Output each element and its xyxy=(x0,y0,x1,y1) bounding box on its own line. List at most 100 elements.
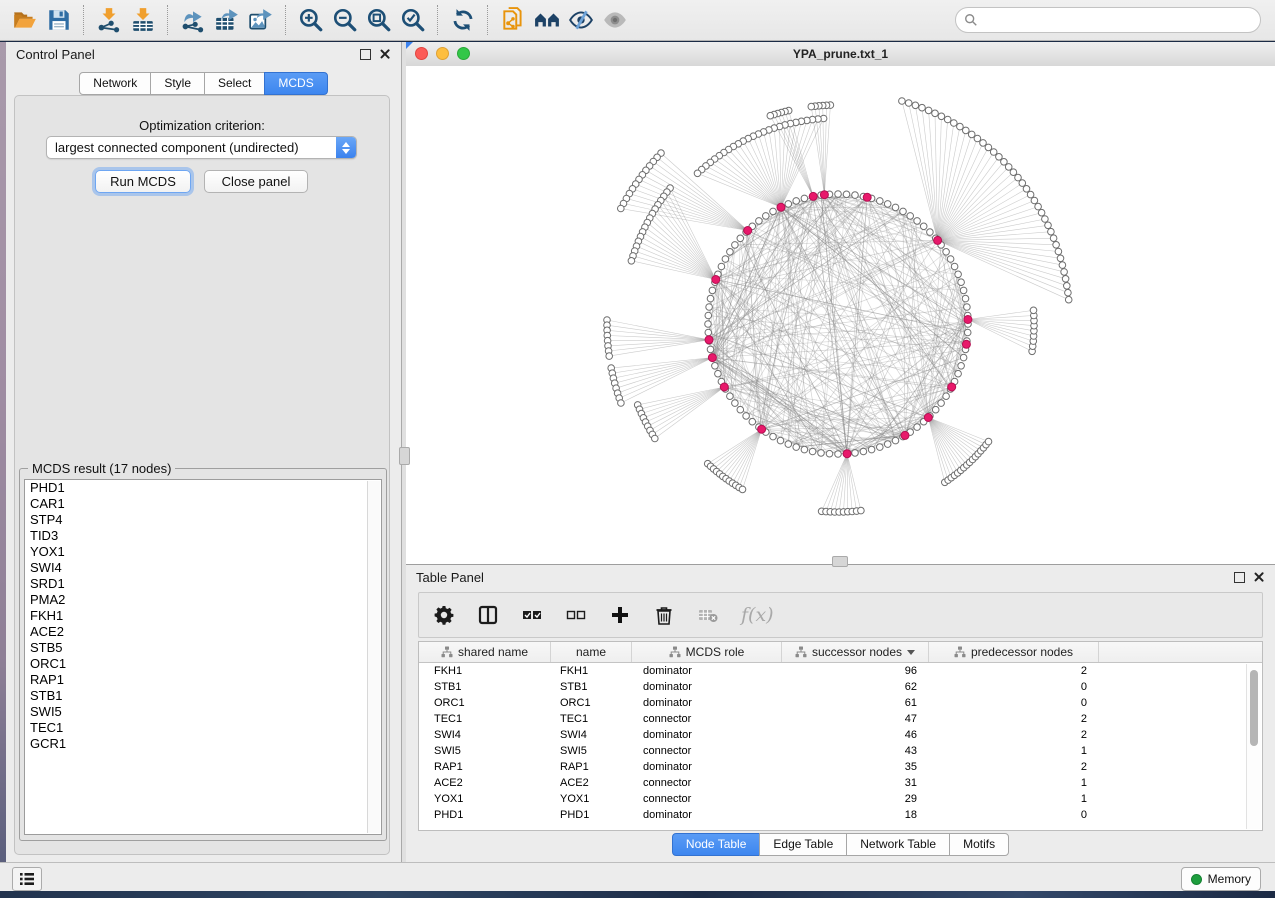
graph-node[interactable] xyxy=(808,103,815,110)
float-table-panel-icon[interactable] xyxy=(1234,572,1245,583)
network-window-titlebar[interactable]: YPA_prune.txt_1 xyxy=(406,42,1275,67)
graph-node-selected[interactable] xyxy=(924,414,932,422)
window-minimize-icon[interactable] xyxy=(436,47,449,60)
graph-node[interactable] xyxy=(705,312,712,319)
graph-node[interactable] xyxy=(727,393,734,400)
graph-node[interactable] xyxy=(932,110,939,117)
graph-node[interactable] xyxy=(927,229,934,236)
graph-node[interactable] xyxy=(1062,276,1069,283)
horizontal-splitter-handle[interactable] xyxy=(832,556,848,567)
delete-column-icon[interactable] xyxy=(653,604,675,626)
float-panel-icon[interactable] xyxy=(360,49,371,60)
table-scrollbar-thumb[interactable] xyxy=(1250,670,1258,746)
graph-node-selected[interactable] xyxy=(948,383,956,391)
graph-node[interactable] xyxy=(1061,269,1068,276)
graph-node[interactable] xyxy=(955,271,962,278)
first-neighbors-icon[interactable] xyxy=(530,4,564,36)
mcds-result-item[interactable]: SWI5 xyxy=(25,704,381,720)
table-row[interactable]: YOX1YOX1connector291 xyxy=(419,791,1262,807)
mcds-result-item[interactable]: STB5 xyxy=(25,640,381,656)
table-row[interactable]: FKH1FKH1dominator962 xyxy=(419,663,1262,679)
graph-node[interactable] xyxy=(892,437,899,444)
graph-node-selected[interactable] xyxy=(720,383,728,391)
table-row[interactable]: SWI5SWI5connector431 xyxy=(419,743,1262,759)
mcds-result-item[interactable]: FKH1 xyxy=(25,608,381,624)
window-close-icon[interactable] xyxy=(415,47,428,60)
mcds-result-item[interactable]: ACE2 xyxy=(25,624,381,640)
graph-node[interactable] xyxy=(884,201,891,208)
open-session-icon[interactable] xyxy=(8,4,42,36)
export-network-icon[interactable] xyxy=(176,4,210,36)
graph-node[interactable] xyxy=(964,329,971,336)
graph-node[interactable] xyxy=(943,249,950,256)
mcds-result-item[interactable]: TEC1 xyxy=(25,720,381,736)
graph-node[interactable] xyxy=(907,213,914,220)
graph-node[interactable] xyxy=(884,441,891,448)
deselect-all-icon[interactable] xyxy=(565,604,587,626)
graph-node[interactable] xyxy=(1045,222,1052,229)
zoom-out-icon[interactable] xyxy=(328,4,362,36)
memory-button[interactable]: Memory xyxy=(1181,867,1261,891)
graph-node[interactable] xyxy=(858,507,865,514)
graph-node[interactable] xyxy=(793,444,800,451)
graph-node[interactable] xyxy=(919,104,926,111)
zoom-fit-icon[interactable] xyxy=(362,4,396,36)
list-scrollbar[interactable] xyxy=(367,481,380,833)
table-row[interactable]: ORC1ORC1dominator610 xyxy=(419,695,1262,711)
graph-node[interactable] xyxy=(852,450,859,457)
graph-node[interactable] xyxy=(925,107,932,114)
mcds-result-item[interactable]: SRD1 xyxy=(25,576,381,592)
close-panel-button[interactable]: Close panel xyxy=(204,170,308,193)
mcds-result-item[interactable]: TID3 xyxy=(25,528,381,544)
function-builder-icon[interactable]: f(x) xyxy=(741,604,774,626)
column-header-successor-nodes[interactable]: successor nodes xyxy=(782,642,929,662)
graph-node[interactable] xyxy=(877,444,884,451)
select-all-icon[interactable] xyxy=(521,604,543,626)
graph-node[interactable] xyxy=(960,354,967,361)
graph-node[interactable] xyxy=(843,191,850,198)
table-row[interactable]: ACE2ACE2connector311 xyxy=(419,775,1262,791)
graph-node[interactable] xyxy=(712,363,719,370)
graph-node[interactable] xyxy=(892,204,899,211)
graph-node[interactable] xyxy=(705,329,712,336)
vertical-splitter-handle[interactable] xyxy=(399,447,410,465)
column-header-MCDS-role[interactable]: MCDS role xyxy=(632,642,782,662)
graph-node-selected[interactable] xyxy=(964,316,972,324)
table-row[interactable]: TEC1TEC1connector472 xyxy=(419,711,1262,727)
graph-node[interactable] xyxy=(1038,209,1045,216)
graph-node[interactable] xyxy=(1065,289,1072,296)
import-network-icon[interactable] xyxy=(92,4,126,36)
graph-node[interactable] xyxy=(932,406,939,413)
column-layout-icon[interactable] xyxy=(477,604,499,626)
graph-node-selected[interactable] xyxy=(820,191,828,199)
graph-node[interactable] xyxy=(652,435,659,442)
graph-node[interactable] xyxy=(951,263,958,270)
graph-node[interactable] xyxy=(980,140,987,147)
graph-node[interactable] xyxy=(809,448,816,455)
graph-node[interactable] xyxy=(715,370,722,377)
graph-node[interactable] xyxy=(628,258,635,265)
table-tab-edge-table[interactable]: Edge Table xyxy=(759,833,847,856)
graph-node[interactable] xyxy=(606,353,613,360)
table-tab-node-table[interactable]: Node Table xyxy=(672,833,761,856)
graph-node[interactable] xyxy=(618,400,625,407)
mcds-result-item[interactable]: ORC1 xyxy=(25,656,381,672)
graph-node[interactable] xyxy=(785,441,792,448)
graph-node-selected[interactable] xyxy=(962,340,970,348)
graph-node[interactable] xyxy=(1042,216,1049,223)
graph-node-selected[interactable] xyxy=(934,236,942,244)
graph-node[interactable] xyxy=(1010,169,1017,176)
graph-node[interactable] xyxy=(968,131,975,138)
graph-node[interactable] xyxy=(1023,186,1030,193)
criterion-dropdown[interactable]: largest connected component (undirected) xyxy=(46,136,357,159)
graph-node[interactable] xyxy=(737,235,744,242)
mcds-result-item[interactable]: YOX1 xyxy=(25,544,381,560)
graph-node[interactable] xyxy=(958,279,965,286)
search-input[interactable] xyxy=(983,12,1252,28)
graph-node[interactable] xyxy=(1055,248,1062,255)
mcds-result-item[interactable]: RAP1 xyxy=(25,672,381,688)
graph-node[interactable] xyxy=(743,413,750,420)
mcds-result-item[interactable]: GCR1 xyxy=(25,736,381,752)
graph-node[interactable] xyxy=(914,218,921,225)
graph-node[interactable] xyxy=(955,370,962,377)
